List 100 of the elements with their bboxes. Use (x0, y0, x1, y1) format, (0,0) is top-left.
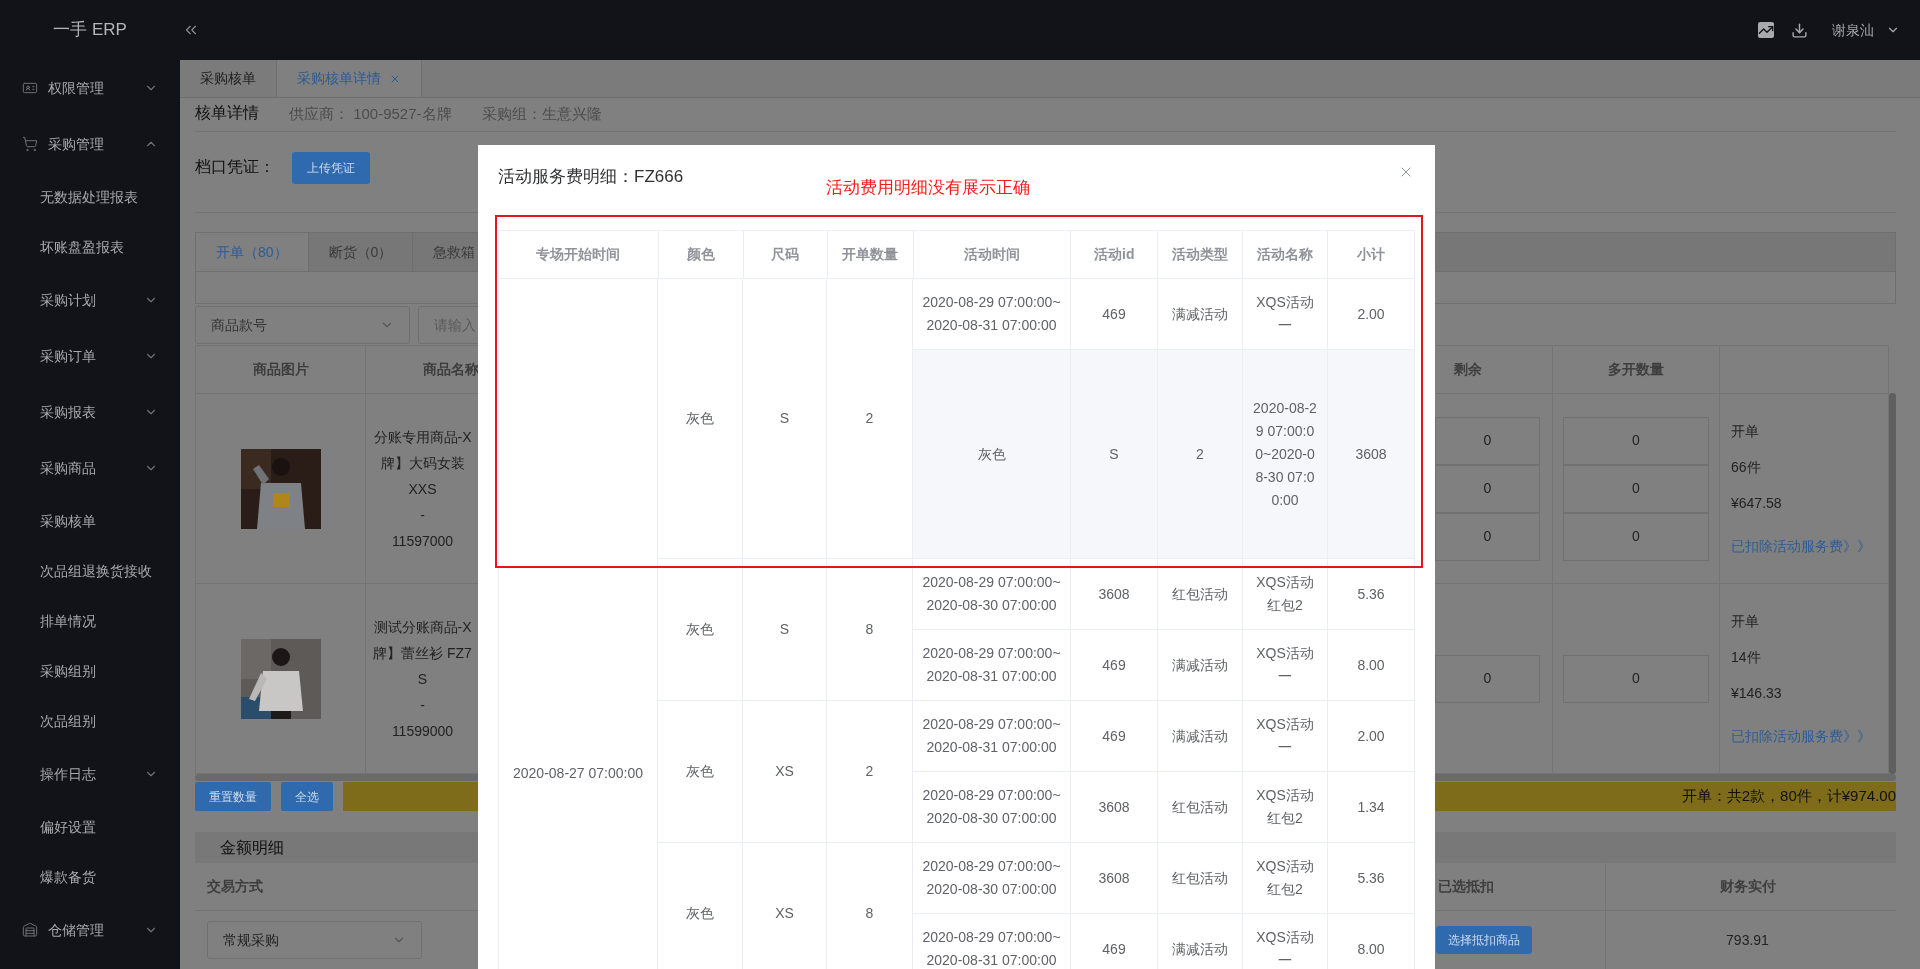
sidebar-subitem[interactable]: 次品组退换货接收 (0, 546, 180, 596)
summary-text: 开单 (1731, 611, 1760, 631)
summary-text: 开单 (1731, 421, 1760, 441)
dialog-title: 活动服务费明细：FZ666 (498, 166, 684, 188)
column-header: 商品图片 (196, 346, 366, 394)
building-icon (22, 922, 38, 938)
select-field[interactable]: 商品款号 (195, 306, 410, 344)
table-cell: 红包活动 (1158, 843, 1243, 914)
select-field[interactable]: 常规采购 (207, 921, 422, 959)
sidebar-subitem[interactable]: 采购订单 (0, 328, 180, 384)
upload-button[interactable]: 上传凭证 (292, 152, 370, 184)
sidebar-subitem[interactable]: 操作日志 (0, 746, 180, 802)
download-icon[interactable] (1791, 21, 1808, 39)
sidebar-item[interactable]: 权限管理 (0, 60, 180, 116)
table-cell: 红包活动 (1158, 772, 1243, 843)
table-cell: 2020-08-29 07:00:00~ 2020-08-30 07:00:00 (913, 772, 1071, 843)
column-header: 交易方式 (206, 877, 264, 896)
table-cell: 8 (827, 843, 913, 969)
table-cell: 2020-08-29 07:00:00~ 2020-08-30 07:00:00 (913, 559, 1071, 630)
sidebar-subitem[interactable]: 采购报表 (0, 384, 180, 440)
table-cell: 2020-08-29 07:00:00~2020-08-30 07:00:00 (1243, 350, 1328, 559)
column-header: 多开数量 (1553, 346, 1720, 394)
sidebar-subitem[interactable]: 排单情况 (0, 596, 180, 646)
table-cell: XQS活动一 (1243, 914, 1328, 969)
column-header: 尺码 (743, 231, 828, 279)
sidebar-subitem[interactable]: 采购计划 (0, 272, 180, 328)
table-cell: XQS活动红包2 (1243, 843, 1328, 914)
table-cell: S (743, 279, 827, 559)
sidebar-subitem[interactable]: 采购核单 (0, 496, 180, 546)
action-button[interactable]: 全选 (281, 782, 333, 811)
quantity-field[interactable]: 0 (1563, 416, 1709, 465)
summary-text: ¥647.58 (1731, 493, 1783, 513)
field-label: 档口凭证： (195, 157, 276, 177)
quantity-field[interactable]: 0 (1563, 512, 1709, 561)
table-cell: 2020-08-29 07:00:00~ 2020-08-31 07:00:00 (913, 914, 1071, 969)
column-header: 活动类型 (1158, 231, 1244, 279)
table-cell: 8 (827, 559, 913, 701)
column-header: 颜色 (658, 231, 744, 279)
table-cell: 红包活动 (1158, 559, 1243, 630)
table-cell: 满减活动 (1158, 914, 1243, 969)
chart-icon[interactable] (1758, 22, 1774, 38)
table-cell: 5.36 (1328, 559, 1415, 630)
table-cell: S (1071, 350, 1158, 559)
quantity-field[interactable]: 0 (1435, 512, 1540, 561)
sidebar-item[interactable]: 仓储管理 (0, 902, 180, 958)
table-cell: 灰色 (913, 350, 1071, 559)
table-cell: 469 (1071, 914, 1158, 969)
quantity-field[interactable]: 0 (1435, 654, 1540, 703)
table-cell: 2 (1158, 350, 1243, 559)
table-cell: XQS活动红包2 (1243, 772, 1328, 843)
sidebar-subitem[interactable]: 次品组别 (0, 696, 180, 746)
sidebar-item[interactable]: 采购管理 (0, 116, 180, 172)
table-cell: 469 (1071, 701, 1158, 772)
table-cell: 满减活动 (1158, 701, 1243, 772)
column-header: 活动id (1071, 231, 1159, 279)
sidebar-subitem[interactable]: 采购商品 (0, 440, 180, 496)
section-title: 核单详情 (195, 103, 259, 123)
quantity-field[interactable]: 0 (1435, 464, 1540, 513)
table-cell: 2.00 (1328, 701, 1415, 772)
table-cell: 灰色 (658, 843, 743, 969)
table-cell: 满减活动 (1158, 630, 1243, 701)
table-cell: 469 (1071, 630, 1158, 701)
table-cell: 2020-08-29 07:00:00~ 2020-08-31 07:00:00 (913, 701, 1071, 772)
table-cell: 3608 (1071, 559, 1158, 630)
column-header: 活动名称 (1243, 231, 1329, 279)
column-header: 活动时间 (913, 231, 1072, 279)
logo: 一手 ERP (52, 19, 128, 42)
summary-text: 66件 (1731, 457, 1762, 477)
sidebar-subitem[interactable]: 坏账盘盈报表 (0, 222, 180, 272)
table-cell: S (743, 559, 827, 701)
sidebar-subitem[interactable]: 无数据处理报表 (0, 172, 180, 222)
column-header: 开单数量 (827, 231, 914, 279)
quantity-field[interactable]: 0 (1435, 416, 1540, 465)
cart-icon (22, 136, 38, 152)
table-cell: 3608 (1071, 843, 1158, 914)
column-header: 财务实付 (1718, 877, 1777, 896)
table-cell: XQS活动一 (1243, 701, 1328, 772)
total-text: 开单：共2款，80件，计¥974.00 (1681, 786, 1896, 807)
deduct-button[interactable]: 选择抵扣商品 (1436, 926, 1532, 954)
table-cell: 8.00 (1328, 630, 1415, 701)
table-cell: XS (743, 843, 827, 969)
table-cell: 灰色 (658, 279, 743, 559)
table-cell-text: 793.91 (1725, 930, 1770, 950)
table-cell: 3608 (1328, 350, 1415, 559)
quantity-field[interactable]: 0 (1563, 654, 1709, 703)
action-button[interactable]: 重置数量 (195, 782, 271, 811)
table-cell: 1.34 (1328, 772, 1415, 843)
table-cell: 5.36 (1328, 843, 1415, 914)
sidebar-subitem[interactable]: 采购组别 (0, 646, 180, 696)
table-cell: 2 (827, 701, 913, 843)
sidebar-subitem[interactable]: 偏好设置 (0, 802, 180, 852)
table-cell: 灰色 (658, 559, 743, 701)
table-cell: XQS活动红包2 (1243, 559, 1328, 630)
id-card-icon (22, 80, 38, 96)
quantity-field[interactable]: 0 (1563, 464, 1709, 513)
user-menu[interactable]: 谢泉汕 (1832, 19, 1900, 41)
summary-text: ¥146.33 (1731, 683, 1783, 703)
table-cell: 3608 (1071, 772, 1158, 843)
annotation-text: 活动费用明细没有展示正确 (826, 177, 1030, 199)
sidebar-subitem[interactable]: 爆款备货 (0, 852, 180, 902)
